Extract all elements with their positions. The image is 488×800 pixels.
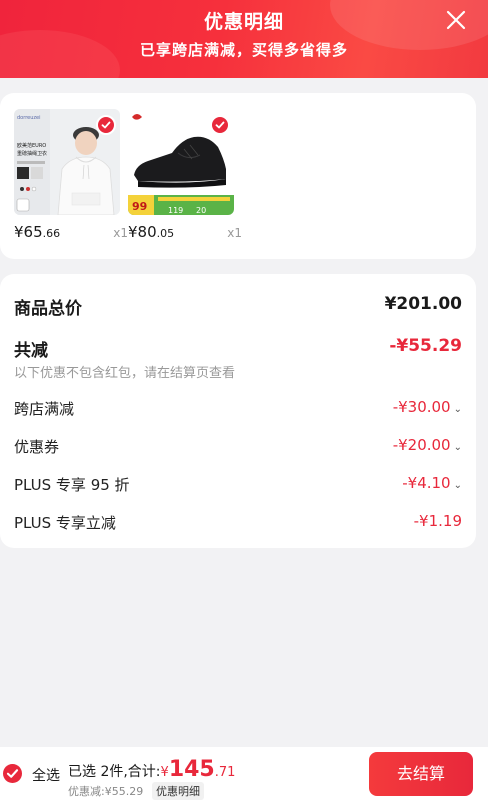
select-all-check-icon[interactable] — [3, 764, 22, 783]
sneaker-product-image[interactable]: 99 119 20 — [128, 109, 234, 215]
product-item[interactable]: 99 119 20 ¥80.05 x1 — [128, 109, 242, 241]
discount-detail-header: 优惠明细 已享跨店满减，买得多省得多 — [0, 0, 488, 78]
discount-note: 以下优惠不包含红包，请在结算页查看 — [14, 366, 236, 381]
discount-amount-text: 优惠减:¥55.29 — [68, 785, 144, 798]
product-price-row: ¥80.05 x1 — [128, 223, 242, 243]
total-price-value: ¥201.00 — [384, 294, 462, 314]
total-price-label: 商品总价 — [14, 299, 82, 319]
product-quantity: x1 — [227, 226, 242, 240]
total-price-row: 商品总价 ¥201.00 — [14, 294, 462, 319]
select-all-label[interactable]: 全选 — [32, 765, 60, 785]
hoodie-product-image[interactable]: dorreuzei 欧美范EURO 重磅抽绳卫衣 — [14, 109, 120, 215]
total-amount-int: 145 — [168, 757, 215, 782]
discount-note-row: 以下优惠不包含红包，请在结算页查看 — [14, 362, 462, 381]
discount-item-value: -¥30.00 ⌄ — [392, 398, 462, 416]
discount-item-value: -¥4.10 ⌄ — [402, 474, 462, 492]
promo-tag-1: 119 — [168, 206, 183, 215]
selected-check-icon[interactable] — [96, 115, 116, 135]
promo-tag-2: 20 — [196, 206, 206, 215]
discount-item-plus-reduce: PLUS 专享立减 -¥1.19 — [14, 512, 462, 532]
selected-summary: 已选 2件,合计:¥145.71 — [68, 757, 235, 782]
selected-count-text: 已选 2件,合计: — [68, 764, 161, 780]
product-price-row: ¥65.66 x1 — [14, 223, 128, 243]
total-reduce-value: -¥55.29 — [389, 336, 462, 356]
chevron-down-icon[interactable]: ⌄ — [454, 404, 462, 415]
selected-check-icon[interactable] — [210, 115, 230, 135]
discount-item-coupon[interactable]: 优惠券 -¥20.00 ⌄ — [14, 436, 462, 456]
discount-detail-link[interactable]: 优惠明细 — [152, 782, 204, 800]
checkout-button[interactable]: 去结算 — [369, 752, 473, 796]
discount-item-plus-95[interactable]: PLUS 专享 95 折 -¥4.10 ⌄ — [14, 474, 462, 494]
price-summary-card: 商品总价 ¥201.00 共减 -¥55.29 以下优惠不包含红包，请在结算页查… — [0, 274, 476, 548]
discount-item-cross-store[interactable]: 跨店满减 -¥30.00 ⌄ — [14, 398, 462, 418]
page-subtitle: 已享跨店满减，买得多省得多 — [139, 41, 348, 59]
discount-item-value: -¥20.00 ⌄ — [392, 436, 462, 454]
chevron-down-icon[interactable]: ⌄ — [454, 480, 462, 491]
page-title: 优惠明细 — [203, 11, 284, 33]
chevron-down-icon[interactable]: ⌄ — [454, 442, 462, 453]
promo-price: 99 — [132, 200, 147, 213]
total-reduce-row: 共减 -¥55.29 — [14, 336, 462, 361]
badge-line-2: 重磅抽绳卫衣 — [17, 150, 47, 157]
close-icon[interactable] — [444, 8, 468, 32]
discount-item-label: 跨店满减 — [14, 400, 75, 418]
total-reduce-label: 共减 — [14, 341, 48, 361]
product-price: ¥65.66 — [14, 223, 61, 241]
total-amount-dec: .71 — [214, 765, 236, 780]
product-price: ¥80.05 — [128, 223, 175, 241]
badge-line-1: 欧美范EURO — [17, 142, 46, 149]
product-quantity: x1 — [113, 226, 128, 240]
svg-text:dorreuzei: dorreuzei — [17, 115, 40, 121]
checkout-bar: 全选 已选 2件,合计:¥145.71 优惠减:¥55.29 优惠明细 去结算 — [0, 747, 488, 800]
product-list-card: dorreuzei 欧美范EURO 重磅抽绳卫衣 ¥65.66 x1 99 11… — [0, 93, 476, 259]
discount-item-value: -¥1.19 — [413, 512, 462, 530]
discount-item-label: PLUS 专享立减 — [14, 514, 116, 532]
product-item[interactable]: dorreuzei 欧美范EURO 重磅抽绳卫衣 ¥65.66 x1 — [14, 109, 128, 241]
currency-symbol: ¥ — [160, 765, 169, 780]
discount-item-label: PLUS 专享 95 折 — [14, 476, 130, 494]
discount-item-label: 优惠券 — [14, 438, 60, 456]
